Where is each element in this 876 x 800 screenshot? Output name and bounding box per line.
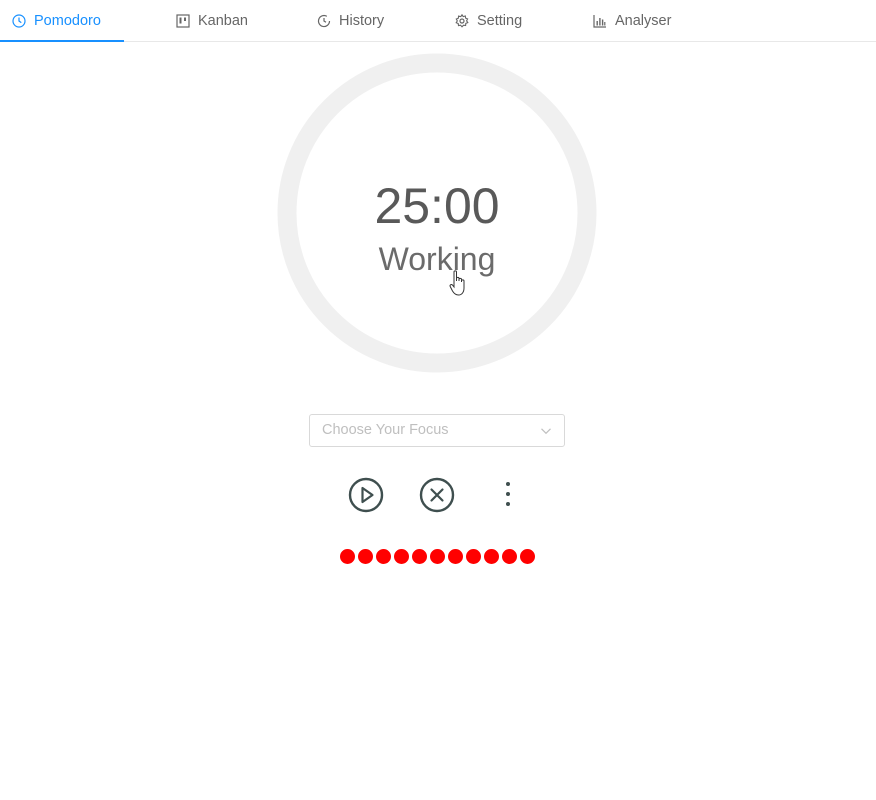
session-dot	[430, 549, 445, 564]
kanban-icon	[176, 14, 190, 28]
clock-icon	[12, 14, 26, 28]
gear-icon	[455, 14, 469, 28]
session-dot	[358, 549, 373, 564]
session-dot	[520, 549, 535, 564]
tab-history[interactable]: History	[317, 0, 384, 42]
session-dots	[340, 549, 535, 564]
hand-cursor-icon	[449, 270, 465, 296]
focus-select-placeholder: Choose Your Focus	[322, 422, 449, 438]
session-dot	[502, 549, 517, 564]
session-dot	[376, 549, 391, 564]
timer-status: Working	[378, 241, 496, 277]
history-icon	[317, 14, 331, 28]
tab-label: Kanban	[198, 13, 248, 29]
tab-label: History	[339, 13, 385, 29]
tab-bar: Pomodoro Kanban History Setting Analyser	[0, 0, 876, 42]
session-dot	[448, 549, 463, 564]
play-button[interactable]	[348, 477, 384, 513]
chevron-down-icon	[541, 428, 551, 435]
tab-setting[interactable]: Setting	[455, 0, 522, 42]
stop-button[interactable]	[419, 477, 455, 513]
tab-pomodoro[interactable]: Pomodoro	[12, 0, 101, 42]
active-tab-indicator	[0, 40, 124, 42]
session-dot	[340, 549, 355, 564]
focus-select[interactable]: Choose Your Focus	[309, 414, 565, 447]
tab-analyser[interactable]: Analyser	[593, 0, 671, 42]
bar-chart-icon	[593, 14, 607, 28]
tab-label: Pomodoro	[34, 13, 101, 29]
session-dot	[394, 549, 409, 564]
more-options-button[interactable]	[498, 477, 518, 513]
tab-kanban[interactable]: Kanban	[176, 0, 248, 42]
pomodoro-app: Pomodoro Kanban History Setting Analyser…	[0, 0, 876, 800]
timer-display: 25:00	[374, 178, 500, 234]
tab-label: Setting	[477, 13, 523, 29]
session-dot	[412, 549, 427, 564]
session-dot	[484, 549, 499, 564]
session-dot	[466, 549, 481, 564]
tab-label: Analyser	[615, 13, 672, 29]
